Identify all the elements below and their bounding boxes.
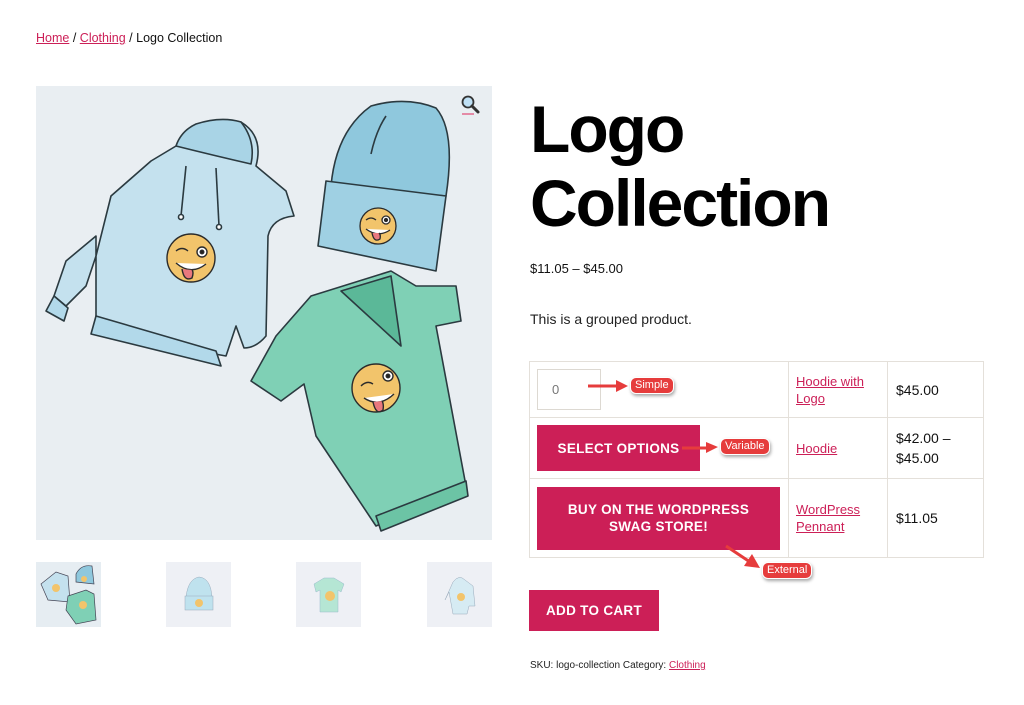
- product-link-hoodie-with-logo[interactable]: Hoodie with Logo: [796, 374, 864, 406]
- product-price: $45.00: [887, 361, 984, 418]
- annotation-external: External: [722, 544, 813, 579]
- product-price-range: $11.05 – $45.00: [530, 261, 624, 276]
- breadcrumb-separator: /: [72, 31, 77, 45]
- thumbnail-hoodie[interactable]: [427, 562, 492, 627]
- product-short-description: This is a grouped product.: [530, 311, 692, 327]
- hoodie-emoji: [166, 233, 216, 283]
- sku-value: logo-collection: [556, 660, 621, 671]
- sku-label: SKU:: [530, 660, 554, 671]
- arrow-right-icon: [682, 441, 718, 453]
- category-link-clothing[interactable]: Clothing: [669, 660, 706, 671]
- beanie-emoji: [359, 207, 397, 245]
- annotation-variable: Variable: [680, 438, 770, 455]
- beanie-illustration: [317, 100, 451, 272]
- breadcrumb-current: Logo Collection: [136, 31, 223, 45]
- product-price: $11.05: [887, 478, 984, 558]
- breadcrumb-clothing-link[interactable]: Clothing: [80, 31, 126, 45]
- product-link-hoodie[interactable]: Hoodie: [796, 441, 837, 456]
- product-meta: SKU: logo-collection Category: Clothing: [530, 660, 706, 671]
- buy-on-swag-store-button[interactable]: BUY ON THE WORDPRESS SWAG STORE!: [537, 486, 780, 550]
- product-main-image[interactable]: [36, 86, 492, 540]
- product-link-wordpress-pennant[interactable]: WordPress Pennant: [796, 502, 860, 534]
- add-to-cart-button[interactable]: ADD TO CART: [529, 590, 659, 631]
- annotation-label: Variable: [720, 438, 770, 455]
- breadcrumb-separator: /: [129, 31, 133, 45]
- category-label: Category:: [622, 660, 667, 671]
- tshirt-emoji: [351, 363, 401, 413]
- thumbnail-beanie[interactable]: [166, 562, 231, 627]
- arrow-right-icon: [588, 379, 628, 392]
- thumbnail-logo-collection[interactable]: [36, 562, 101, 627]
- annotation-simple: Simple: [586, 377, 674, 394]
- product-price: $42.00 – $45.00: [887, 417, 984, 479]
- product-name-cell: Hoodie: [788, 417, 888, 479]
- annotation-label: External: [762, 562, 813, 579]
- breadcrumb: Home / Clothing / Logo Collection: [36, 31, 222, 45]
- breadcrumb-home-link[interactable]: Home: [36, 31, 69, 45]
- magnifier-icon[interactable]: [460, 94, 482, 116]
- product-title: Logo Collection: [530, 92, 831, 240]
- product-illustration: [45, 100, 469, 532]
- thumbnail-strip: [36, 562, 492, 627]
- hoodie-illustration: [45, 118, 295, 367]
- thumbnail-tshirt[interactable]: [296, 562, 361, 627]
- product-name-cell: Hoodie with Logo: [788, 361, 888, 418]
- product-summary: Logo Collection $11.05 – $45.00 This is …: [530, 86, 990, 327]
- annotation-label: Simple: [630, 377, 674, 394]
- arrow-down-right-icon: [725, 544, 760, 568]
- select-options-button[interactable]: SELECT OPTIONS: [537, 425, 700, 471]
